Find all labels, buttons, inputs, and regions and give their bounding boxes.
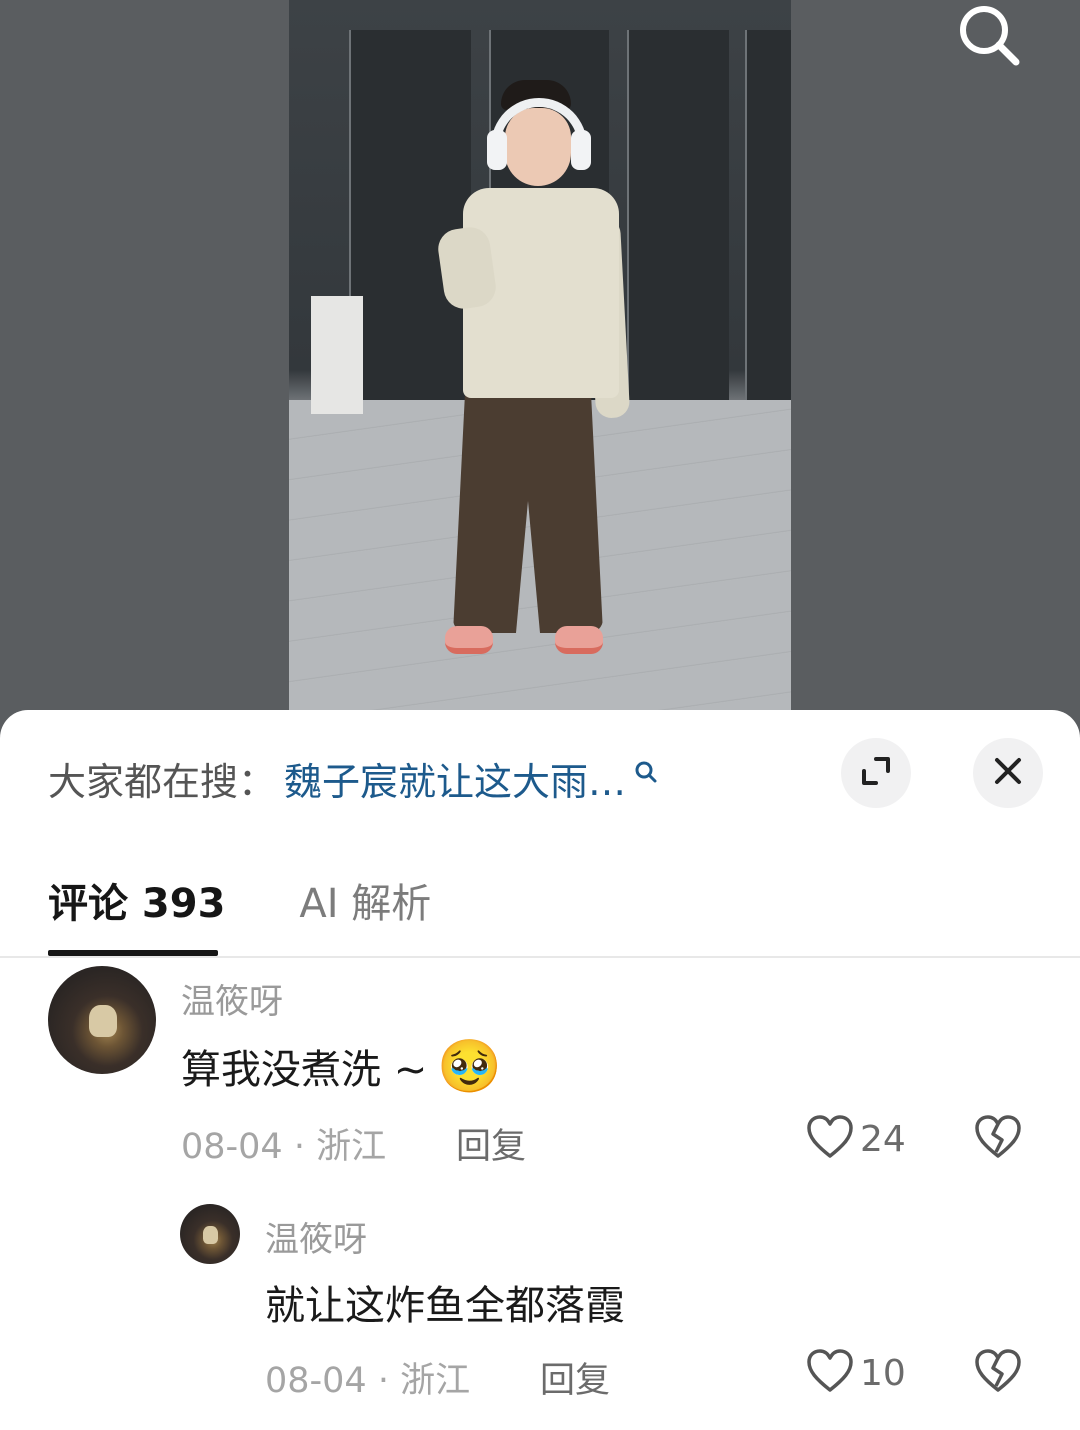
hot-search-bar[interactable]: 大家都在搜： 魏子宸就让这大雨… xyxy=(48,754,658,804)
tab-ai-analysis[interactable]: AI 解析 xyxy=(299,871,431,929)
pleading-face-emoji-icon: 🥹 xyxy=(437,1036,502,1097)
hot-search-query[interactable]: 魏子宸就让这大雨… xyxy=(284,751,626,806)
video-player[interactable] xyxy=(0,0,1080,740)
search-icon[interactable] xyxy=(634,749,658,793)
mirror-panel xyxy=(745,30,791,410)
video-frame[interactable] xyxy=(289,0,791,740)
heart-icon xyxy=(806,1348,854,1398)
expand-button[interactable] xyxy=(841,738,911,808)
comment-body: 就让这炸鱼全都落霞 xyxy=(265,1283,625,1329)
cabinet xyxy=(311,296,363,414)
comment-meta: 08-04 · 浙江 xyxy=(265,1361,471,1401)
performer xyxy=(435,78,639,668)
comment-username[interactable]: 温筱呀 xyxy=(265,1212,367,1261)
heart-icon xyxy=(806,1114,854,1164)
broken-heart-icon[interactable] xyxy=(974,1114,1022,1164)
expand-icon xyxy=(858,753,894,793)
like-button[interactable]: 10 xyxy=(806,1348,906,1398)
comment-body: 算我没煮洗 ~ xyxy=(181,1047,428,1093)
search-icon[interactable] xyxy=(954,0,1024,70)
avatar[interactable] xyxy=(48,966,156,1074)
like-count: 24 xyxy=(860,1118,906,1160)
reply-button[interactable]: 回复 xyxy=(540,1352,610,1403)
close-icon xyxy=(992,755,1024,791)
tab-comments[interactable]: 评论 393 xyxy=(48,871,225,929)
comment-tabs: 评论 393 AI 解析 xyxy=(48,870,431,930)
comment-text[interactable]: 算我没煮洗 ~ 🥹 xyxy=(181,1034,502,1098)
hot-search-label: 大家都在搜： xyxy=(48,759,277,804)
mirror-panel xyxy=(627,30,729,410)
comment-sheet: 大家都在搜： 魏子宸就让这大雨… 评论 393 AI 解析 温筱呀 算我没煮洗 … xyxy=(0,710,1080,1430)
comment-text[interactable]: 就让这炸鱼全都落霞 xyxy=(265,1272,625,1332)
broken-heart-icon[interactable] xyxy=(974,1348,1022,1398)
like-button[interactable]: 24 xyxy=(806,1114,906,1164)
divider xyxy=(0,956,1080,958)
avatar[interactable] xyxy=(180,1204,240,1264)
like-count: 10 xyxy=(860,1352,906,1394)
close-button[interactable] xyxy=(973,738,1043,808)
comment-username[interactable]: 温筱呀 xyxy=(181,974,283,1023)
comment-meta: 08-04 · 浙江 xyxy=(181,1127,387,1167)
reply-button[interactable]: 回复 xyxy=(456,1118,526,1169)
